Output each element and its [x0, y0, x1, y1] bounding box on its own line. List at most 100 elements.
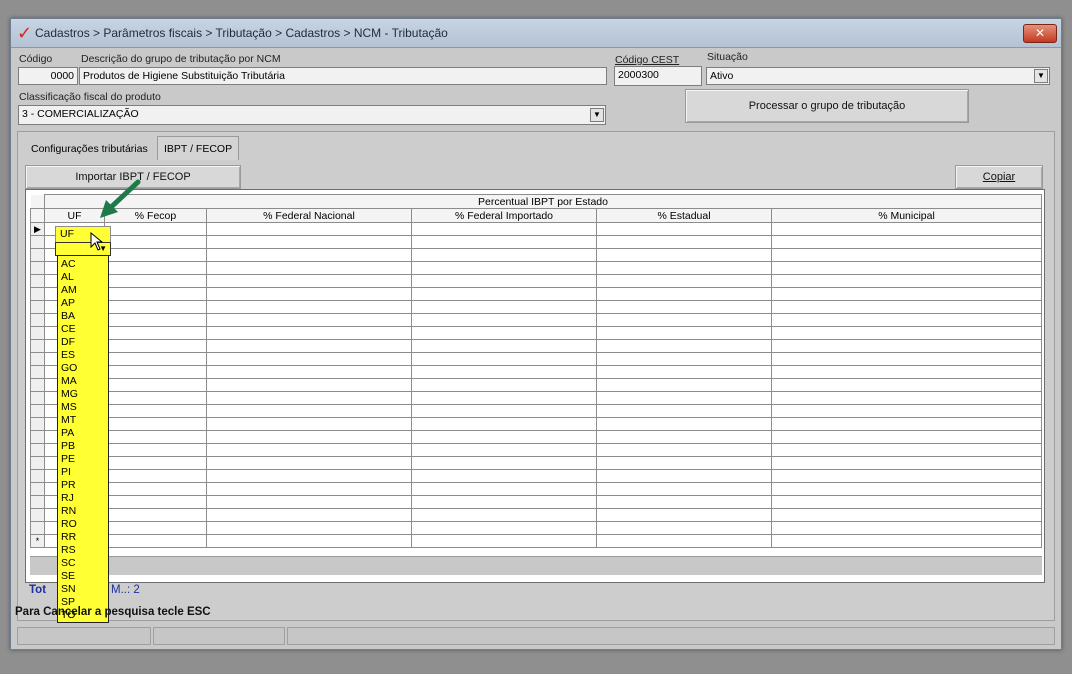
grid-cell[interactable] — [104, 430, 207, 444]
col-header-estadual[interactable]: % Estadual — [596, 208, 772, 223]
table-row[interactable] — [30, 313, 1042, 327]
grid-cell[interactable] — [206, 469, 412, 483]
grid-cell[interactable] — [596, 300, 772, 314]
grid-cell[interactable] — [411, 300, 597, 314]
grid-cell[interactable] — [771, 443, 1042, 457]
grid-cell[interactable] — [596, 534, 772, 548]
table-row[interactable] — [30, 235, 1042, 249]
grid-cell[interactable] — [596, 222, 772, 236]
table-row[interactable] — [30, 469, 1042, 483]
table-row[interactable] — [30, 404, 1042, 418]
grid-cell[interactable] — [771, 365, 1042, 379]
table-row[interactable] — [30, 521, 1042, 535]
uf-dropdown-list[interactable]: AC AL AM AP BA CE DF ES GO MA MG MS MT PA PB PE PI PR RJ RN… — [57, 255, 109, 623]
grid-cell[interactable] — [411, 430, 597, 444]
uf-option-rj[interactable]: RJ — [58, 492, 108, 505]
grid-cell[interactable] — [206, 456, 412, 470]
grid-cell[interactable] — [596, 417, 772, 431]
grid-cell[interactable] — [104, 313, 207, 327]
col-header-municipal[interactable]: % Municipal — [771, 208, 1042, 223]
grid-cell[interactable] — [596, 443, 772, 457]
processar-button[interactable]: Processar o grupo de tributação — [685, 89, 969, 123]
table-row[interactable] — [30, 482, 1042, 496]
grid-cell[interactable] — [104, 326, 207, 340]
uf-option-df[interactable]: DF — [58, 336, 108, 349]
grid-cell[interactable] — [596, 365, 772, 379]
uf-option-mg[interactable]: MG — [58, 388, 108, 401]
table-row[interactable] — [30, 443, 1042, 457]
grid-cell[interactable] — [771, 313, 1042, 327]
tab-configuracoes[interactable]: Configurações tributárias — [25, 137, 154, 161]
descricao-field[interactable]: Produtos de Higiene Substituição Tributá… — [79, 67, 607, 85]
table-row[interactable] — [30, 339, 1042, 353]
table-row[interactable] — [30, 378, 1042, 392]
grid-cell[interactable] — [104, 391, 207, 405]
grid-cell[interactable] — [771, 287, 1042, 301]
table-row[interactable] — [30, 248, 1042, 262]
grid-cell[interactable] — [206, 534, 412, 548]
grid-cell[interactable] — [596, 508, 772, 522]
grid-cell[interactable] — [411, 534, 597, 548]
grid-cell[interactable] — [771, 339, 1042, 353]
uf-option-ro[interactable]: RO — [58, 518, 108, 531]
grid-cell[interactable] — [104, 456, 207, 470]
grid-cell[interactable] — [771, 326, 1042, 340]
grid-cell[interactable] — [104, 404, 207, 418]
uf-option-ms[interactable]: MS — [58, 401, 108, 414]
uf-option-mt[interactable]: MT — [58, 414, 108, 427]
table-row[interactable] — [30, 365, 1042, 379]
grid-cell[interactable] — [411, 352, 597, 366]
grid-cell[interactable] — [206, 235, 412, 249]
grid-cell[interactable] — [206, 404, 412, 418]
grid-cell[interactable] — [596, 326, 772, 340]
col-header-federal-importado[interactable]: % Federal Importado — [411, 208, 597, 223]
grid-cell[interactable] — [206, 521, 412, 535]
table-row[interactable] — [30, 287, 1042, 301]
grid-cell[interactable] — [771, 222, 1042, 236]
table-row[interactable] — [30, 326, 1042, 340]
grid-cell[interactable] — [206, 443, 412, 457]
grid-cell[interactable] — [104, 352, 207, 366]
classificacao-select[interactable]: 3 - COMERCIALIZAÇÃO ▼ — [18, 105, 606, 125]
grid-cell[interactable] — [411, 274, 597, 288]
grid-cell[interactable] — [411, 339, 597, 353]
grid-cell[interactable] — [206, 365, 412, 379]
table-row[interactable] — [30, 508, 1042, 522]
grid-cell[interactable] — [596, 261, 772, 275]
grid-cell[interactable] — [411, 469, 597, 483]
grid-cell[interactable] — [771, 521, 1042, 535]
grid-cell[interactable] — [771, 404, 1042, 418]
grid-cell[interactable] — [411, 508, 597, 522]
grid-cell[interactable] — [411, 378, 597, 392]
grid-cell[interactable] — [104, 521, 207, 535]
grid-cell[interactable] — [104, 287, 207, 301]
grid-cell[interactable] — [104, 508, 207, 522]
grid-cell[interactable] — [411, 404, 597, 418]
grid-cell[interactable] — [596, 456, 772, 470]
grid-cell[interactable] — [771, 482, 1042, 496]
grid-cell[interactable] — [411, 313, 597, 327]
uf-option-rn[interactable]: RN — [58, 505, 108, 518]
grid-cell[interactable] — [206, 495, 412, 509]
grid-cell[interactable] — [771, 274, 1042, 288]
grid-cell[interactable] — [596, 391, 772, 405]
grid-cell[interactable] — [411, 417, 597, 431]
grid-cell[interactable] — [771, 534, 1042, 548]
title-bar[interactable]: ✓ Cadastros > Parâmetros fiscais > Tribu… — [11, 19, 1061, 48]
grid-cell[interactable] — [411, 287, 597, 301]
table-row[interactable]: * — [30, 534, 1042, 548]
uf-option-am[interactable]: AM — [58, 284, 108, 297]
grid-cell[interactable] — [596, 352, 772, 366]
grid-cell[interactable] — [206, 417, 412, 431]
grid-cell[interactable] — [206, 261, 412, 275]
chevron-down-icon[interactable]: ▼ — [590, 108, 604, 122]
grid-cell[interactable] — [411, 456, 597, 470]
grid-cell[interactable] — [596, 313, 772, 327]
uf-option-pb[interactable]: PB — [58, 440, 108, 453]
tab-ibpt-fecop[interactable]: IBPT / FECOP — [157, 136, 240, 160]
grid-cell[interactable] — [206, 339, 412, 353]
table-row[interactable] — [30, 300, 1042, 314]
grid-cell[interactable] — [596, 430, 772, 444]
grid-cell[interactable] — [206, 300, 412, 314]
uf-option-rs[interactable]: RS — [58, 544, 108, 557]
